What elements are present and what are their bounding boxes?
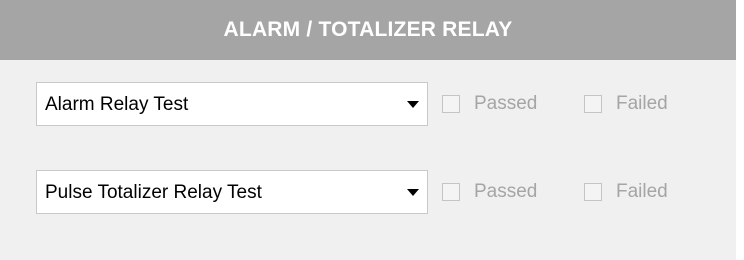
failed-label: Failed (616, 181, 668, 202)
alarm-totalizer-relay-panel: ALARM / TOTALIZER RELAY Alarm Relay Test… (0, 0, 736, 260)
passed-label: Passed (474, 181, 538, 202)
select-value: Pulse Totalizer Relay Test (45, 182, 262, 203)
chevron-down-icon (407, 189, 419, 196)
pulse-totalizer-relay-test-select[interactable]: Pulse Totalizer Relay Test (36, 170, 428, 214)
panel-title: ALARM / TOTALIZER RELAY (0, 0, 736, 60)
checkbox-icon[interactable] (584, 183, 602, 201)
alarm-relay-test-select[interactable]: Alarm Relay Test (36, 82, 428, 126)
chevron-down-icon (407, 101, 419, 108)
alarm-relay-failed-checkbox[interactable]: Failed (584, 93, 668, 115)
checkbox-icon[interactable] (442, 95, 460, 113)
checkbox-icon[interactable] (442, 183, 460, 201)
select-value: Alarm Relay Test (45, 94, 189, 115)
checkbox-icon[interactable] (584, 95, 602, 113)
alarm-relay-row: Alarm Relay Test Passed Failed (36, 82, 716, 128)
pulse-totalizer-passed-checkbox[interactable]: Passed (442, 181, 537, 203)
alarm-relay-passed-checkbox[interactable]: Passed (442, 93, 537, 115)
pulse-totalizer-relay-row: Pulse Totalizer Relay Test Passed Failed (36, 170, 716, 216)
failed-label: Failed (616, 93, 668, 114)
pulse-totalizer-failed-checkbox[interactable]: Failed (584, 181, 668, 203)
passed-label: Passed (474, 93, 538, 114)
